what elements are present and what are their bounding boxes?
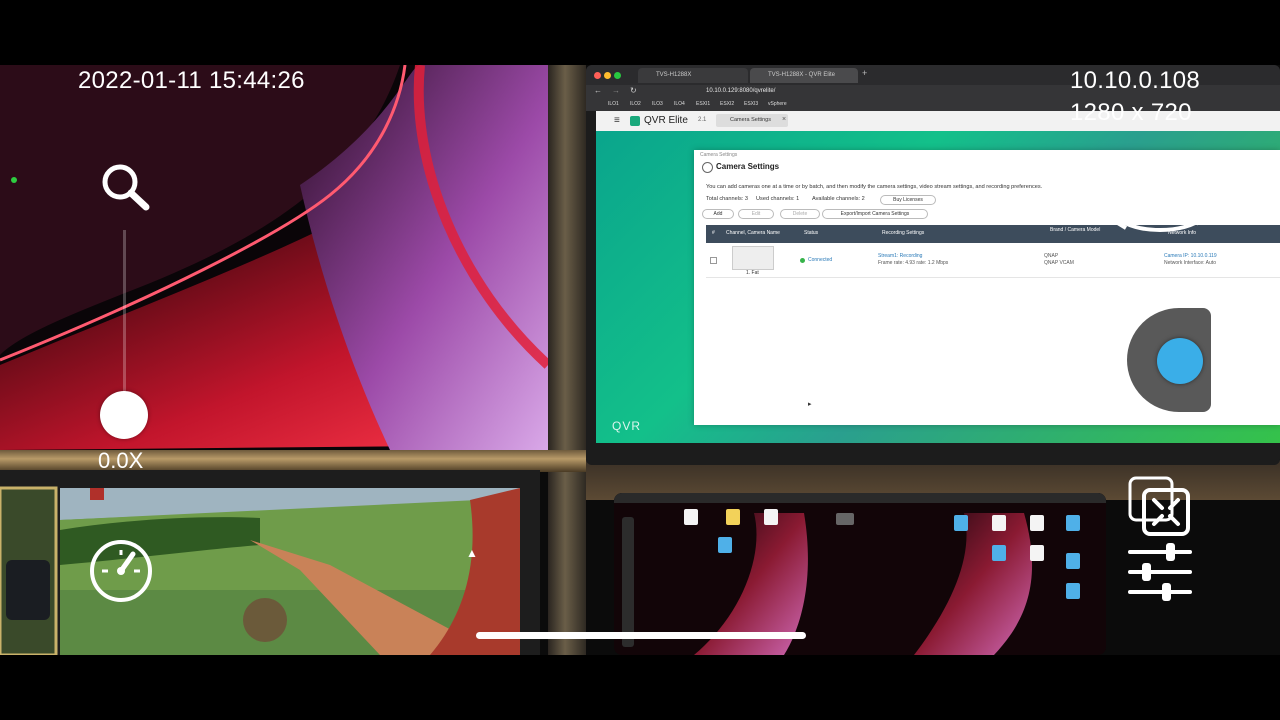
bookmark-vsphere[interactable]: vSphere <box>768 101 787 107</box>
joystick-icon[interactable] <box>1157 338 1203 384</box>
desktop-file-icon[interactable] <box>684 509 698 525</box>
app-version: 2.1 <box>698 117 707 123</box>
bookmark-ilo4[interactable]: ILO4 <box>674 101 685 107</box>
network-line-1: Camera IP: 10.10.0.119 <box>1164 253 1217 259</box>
table-row[interactable]: 1. Fat Connected Stream1: Recording Fram… <box>706 243 1280 278</box>
browser-tab-1[interactable]: TVS-H1288X <box>638 68 748 83</box>
dialog-breadcrumb: Camera Settings <box>700 152 738 158</box>
zoom-level-label: 0.0X <box>98 448 144 473</box>
camera-settings-icon <box>702 162 713 173</box>
qvr-logo-icon <box>630 116 640 126</box>
desktop-file-icon[interactable] <box>992 515 1006 531</box>
status-ok-icon <box>800 258 805 263</box>
monitor-camera-garden: ▲ <box>0 470 540 655</box>
back-icon[interactable]: ← <box>594 86 602 95</box>
wallpaper-graphic <box>0 65 548 450</box>
col-camera-name[interactable]: Channel, Camera Name <box>726 230 780 236</box>
resolution-overlay: 1280 x 720 <box>1070 99 1192 126</box>
app-name: QVR Elite <box>644 115 688 126</box>
sliders-icon[interactable] <box>1128 542 1192 602</box>
desktop-folder-icon[interactable] <box>1066 515 1080 531</box>
dialog-title: Camera Settings <box>716 162 780 171</box>
bookmark-esxi3[interactable]: ESXI3 <box>744 101 758 107</box>
magnifier-icon[interactable] <box>98 162 154 214</box>
reload-icon[interactable]: ↻ <box>630 86 637 95</box>
col-index: # <box>712 230 715 236</box>
monitor-wallpaper-left <box>0 65 554 450</box>
desktop-folder-icon[interactable] <box>954 515 968 531</box>
recording-line-1: Stream1: Recording <box>878 253 923 259</box>
desktop-file-icon[interactable] <box>726 509 740 525</box>
mouse-cursor-icon: ▸ <box>808 401 812 408</box>
monitor-bezel-bottom <box>0 450 586 472</box>
bookmark-ilo2[interactable]: ILO2 <box>630 101 641 107</box>
col-status[interactable]: Status <box>804 230 818 236</box>
bookmark-esxi2[interactable]: ESXI2 <box>720 101 734 107</box>
bookmark-esxi1[interactable]: ESXI1 <box>696 101 710 107</box>
col-brand[interactable]: Brand / Camera Model <box>1050 227 1110 233</box>
browser-tab-2[interactable]: TVS-H1288X - QVR Elite <box>750 68 858 83</box>
fullscreen-icon[interactable] <box>1128 476 1192 538</box>
total-channels: Total channels: 3 <box>706 196 748 202</box>
camera-name: 1. Fat <box>746 270 759 276</box>
camera-feed: TVS-H1288X TVS-H1288X - QVR Elite + ← → … <box>0 65 1280 655</box>
timestamp-overlay: 2022-01-11 15:44:26 <box>78 67 305 94</box>
bookmark-ilo3[interactable]: ILO3 <box>652 101 663 107</box>
zoom-slider-handle[interactable] <box>100 391 148 439</box>
qvr-watermark: QVR <box>612 419 642 433</box>
garden-camera-image <box>0 470 540 655</box>
desktop-file-icon[interactable] <box>1030 545 1044 561</box>
desk-background <box>548 65 586 655</box>
minimize-window-icon[interactable] <box>604 72 611 79</box>
add-camera-button[interactable]: Add <box>702 209 734 219</box>
camera-brand: QNAP <box>1044 253 1059 259</box>
recording-line-2: Frame rate: 4.93 rate: 1.2 Mbps <box>878 260 949 266</box>
desktop-folder-icon[interactable] <box>992 545 1006 561</box>
new-tab-icon[interactable]: + <box>862 68 867 78</box>
edit-camera-button[interactable]: Edit <box>738 209 774 219</box>
export-import-button[interactable]: Export/Import Camera Settings <box>822 209 928 219</box>
ip-address-overlay: 10.10.0.108 <box>1070 67 1201 94</box>
desktop-file-icon[interactable] <box>764 509 778 525</box>
desktop-file-icon[interactable] <box>1030 515 1044 531</box>
monitor-desktop <box>614 493 1106 655</box>
tab-camera-settings[interactable]: Camera Settings <box>716 114 788 127</box>
maximize-window-icon[interactable] <box>614 72 621 79</box>
url-field[interactable]: 10.10.0.129:8080/qvrelite/ <box>706 88 775 94</box>
desktop-file-icon[interactable] <box>836 513 854 525</box>
close-window-icon[interactable] <box>594 72 601 79</box>
desktop-folder-icon[interactable] <box>1066 583 1080 599</box>
zoom-slider-track[interactable] <box>123 230 126 400</box>
col-recording[interactable]: Recording Settings <box>882 230 924 236</box>
buy-licenses-button[interactable]: Buy Licenses <box>880 195 936 205</box>
hamburger-menu-icon[interactable]: ≡ <box>614 115 620 126</box>
desktop-folder-icon[interactable] <box>718 537 732 553</box>
camera-model: QNAP VCAM <box>1044 260 1074 266</box>
camera-thumbnail[interactable] <box>732 246 774 270</box>
used-channels: Used channels: 1 <box>756 196 800 202</box>
pointer-cursor-icon: ▲ <box>466 546 478 560</box>
forward-icon[interactable]: → <box>612 86 620 95</box>
available-channels: Available channels: 2 <box>812 196 865 202</box>
network-line-2: Network Interface: Auto <box>1164 260 1216 266</box>
delete-camera-button[interactable]: Delete <box>780 209 820 219</box>
row-checkbox[interactable] <box>710 257 717 264</box>
desktop-folder-icon[interactable] <box>1066 553 1080 569</box>
status-text: Connected <box>808 257 833 263</box>
close-tab-icon[interactable]: × <box>782 116 786 123</box>
speedometer-icon[interactable] <box>88 538 154 604</box>
ptz-rotate-icon[interactable] <box>1112 180 1208 244</box>
home-indicator[interactable] <box>476 632 806 639</box>
bookmark-ilo1[interactable]: ILO1 <box>608 101 619 107</box>
